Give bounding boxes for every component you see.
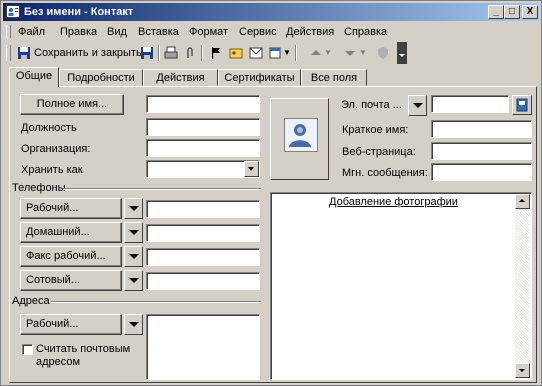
- contact-window: Без имени - Контакт _ □ X Файл Правка Ви…: [0, 0, 542, 386]
- add-photo-link[interactable]: Добавление фотографии: [329, 196, 458, 208]
- address-divider: [51, 301, 261, 303]
- standard-toolbar: Сохранить и закрыть ▼ ▼ ▼: [3, 42, 408, 64]
- email-dropdown[interactable]: [408, 95, 427, 116]
- display-name-field[interactable]: [431, 120, 532, 138]
- address-dropdown[interactable]: [124, 314, 143, 335]
- address-book-button[interactable]: [512, 95, 532, 115]
- menu-help[interactable]: Справка: [344, 25, 387, 39]
- phone-mobile-field[interactable]: [146, 272, 260, 290]
- tab-general[interactable]: Общие: [9, 67, 59, 87]
- file-as-dropdown-button[interactable]: [244, 161, 259, 177]
- phone-fax-dropdown[interactable]: [124, 246, 143, 267]
- tab-strip: Общие Подробности Действия Сертификаты В…: [9, 67, 539, 87]
- web-page-label: Веб-страница:: [342, 146, 416, 158]
- full-name-button[interactable]: Полное имя...: [20, 94, 124, 115]
- menu-actions[interactable]: Действия: [286, 25, 334, 39]
- close-button[interactable]: X: [522, 5, 538, 19]
- save-icon[interactable]: [140, 46, 154, 60]
- phone-fax-field[interactable]: [146, 248, 260, 266]
- chevron-down-icon[interactable]: ▼: [283, 45, 291, 61]
- title-bar[interactable]: Без имени - Контакт _ □ X: [3, 3, 539, 21]
- company-field[interactable]: [146, 139, 260, 157]
- chevron-down-icon: [519, 369, 525, 372]
- address-textarea[interactable]: [146, 314, 260, 380]
- security-icon[interactable]: [376, 46, 390, 60]
- phone-business-button[interactable]: Рабочий...: [20, 198, 122, 219]
- file-as-combo[interactable]: [146, 160, 260, 178]
- address-book-icon: [516, 98, 528, 112]
- menu-format[interactable]: Формат: [189, 25, 228, 39]
- address-section-title: Адреса: [12, 295, 50, 307]
- notes-area[interactable]: Добавление фотографии: [270, 192, 532, 380]
- phone-home-field[interactable]: [146, 224, 260, 242]
- menu-insert[interactable]: Вставка: [138, 25, 179, 39]
- full-name-field[interactable]: [146, 95, 260, 113]
- display-name-label: Краткое имя:: [342, 124, 409, 136]
- tab-all-fields[interactable]: Все поля: [301, 69, 367, 86]
- toolbar-separator: [295, 45, 297, 61]
- email-label: Эл. почта ...: [341, 99, 402, 111]
- phones-divider: [63, 188, 261, 190]
- mailing-address-checkbox[interactable]: [22, 344, 33, 355]
- phone-fax-button[interactable]: Факс рабочий...: [20, 246, 122, 267]
- job-title-field[interactable]: [146, 118, 260, 136]
- toolbar-separator: [201, 45, 203, 61]
- print-icon[interactable]: [164, 46, 178, 60]
- im-address-field[interactable]: [431, 163, 532, 181]
- save-and-close-button[interactable]: Сохранить и закрыть: [34, 45, 142, 61]
- phone-business-field[interactable]: [146, 200, 260, 218]
- menu-tools[interactable]: Сервис: [239, 25, 277, 39]
- address-card-icon[interactable]: [229, 46, 243, 60]
- phone-mobile-button[interactable]: Сотовый...: [20, 270, 122, 291]
- mailing-address-label: Считать почтовым адресом: [36, 343, 131, 368]
- meeting-request-icon[interactable]: [269, 46, 283, 60]
- toolbar-grip[interactable]: [6, 45, 11, 61]
- job-title-label: Должность: [21, 122, 77, 134]
- contact-card-icon: [6, 5, 20, 18]
- phones-section-title: Телефоны: [12, 182, 66, 194]
- file-as-label: Хранить как: [21, 164, 83, 176]
- minimize-button[interactable]: _: [488, 5, 504, 19]
- contact-silhouette-icon: [284, 118, 318, 152]
- next-item-icon[interactable]: [343, 46, 357, 60]
- tab-details[interactable]: Подробности: [59, 69, 143, 86]
- save-icon: [18, 47, 30, 59]
- toolbar-separator: [158, 45, 160, 61]
- chevron-up-icon: [519, 199, 525, 202]
- im-address-label: Мгн. сообщения:: [342, 167, 428, 179]
- scroll-up-button[interactable]: [515, 194, 530, 209]
- phone-home-dropdown[interactable]: [124, 222, 143, 243]
- phone-business-dropdown[interactable]: [124, 198, 143, 219]
- new-message-icon[interactable]: [249, 46, 263, 60]
- toolbar-options-button[interactable]: [397, 42, 407, 64]
- paperclip-icon[interactable]: [183, 46, 197, 60]
- tab-activities[interactable]: Действия: [143, 69, 218, 86]
- maximize-button[interactable]: □: [504, 5, 520, 19]
- chevron-down-icon: [248, 167, 254, 171]
- notes-scrollbar[interactable]: [515, 194, 530, 378]
- menu-edit[interactable]: Правка: [60, 25, 97, 39]
- menu-file[interactable]: Файл: [18, 25, 45, 39]
- tab-certificates[interactable]: Сертификаты: [218, 69, 301, 86]
- contact-photo-button[interactable]: [270, 98, 329, 180]
- company-label: Организация:: [21, 143, 91, 155]
- scroll-down-button[interactable]: [515, 363, 530, 378]
- chevron-down-icon[interactable]: ▼: [359, 45, 367, 61]
- menu-view[interactable]: Вид: [107, 25, 127, 39]
- menubar-grip[interactable]: [6, 25, 11, 38]
- flag-icon[interactable]: [209, 46, 223, 60]
- phone-home-button[interactable]: Домашний...: [20, 222, 122, 243]
- phone-mobile-dropdown[interactable]: [124, 270, 143, 291]
- previous-item-icon[interactable]: [309, 46, 323, 60]
- email-field[interactable]: [431, 95, 509, 113]
- window-title: Без имени - Контакт: [24, 6, 134, 18]
- address-business-button[interactable]: Рабочий...: [20, 314, 122, 335]
- chevron-down-icon[interactable]: ▼: [324, 45, 332, 61]
- menu-bar: Файл Правка Вид Вставка Формат Сервис Де…: [3, 22, 539, 41]
- web-page-field[interactable]: [431, 142, 532, 160]
- chevron-down-icon: [399, 54, 405, 57]
